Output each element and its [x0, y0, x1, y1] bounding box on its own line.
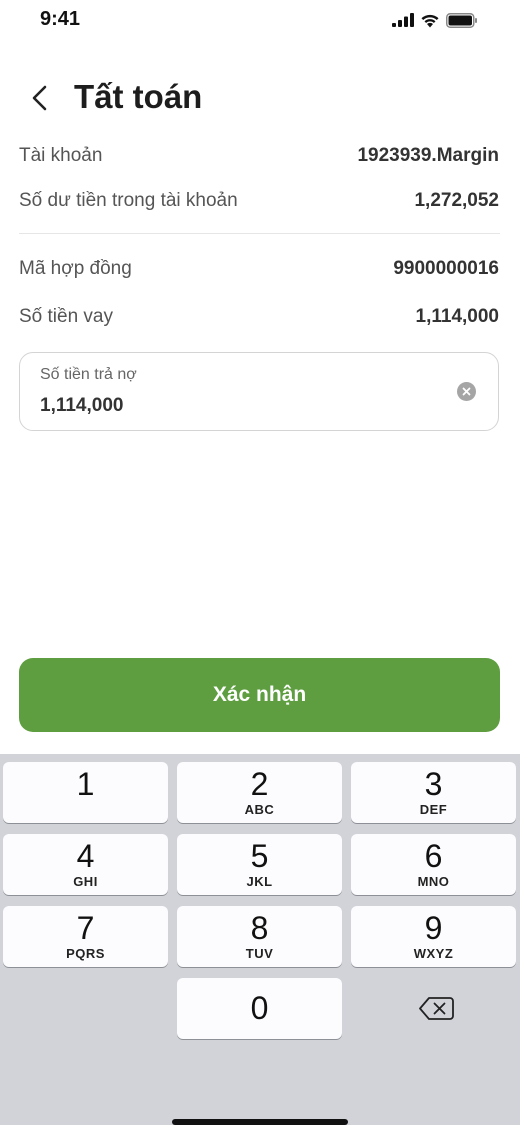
delete-key[interactable] [350, 978, 515, 1039]
key-digit: 9 [424, 910, 443, 946]
backspace-icon [419, 997, 454, 1020]
key-digit: 7 [76, 910, 95, 946]
key-9[interactable]: 9 WXYZ [351, 906, 516, 967]
confirm-button[interactable]: Xác nhận [19, 658, 500, 732]
loan-label: Số tiền vay [19, 306, 113, 327]
key-letters: DEF [419, 802, 448, 817]
key-letters: PQRS [66, 946, 105, 961]
repay-amount-field[interactable]: Số tiền trả nợ 1,114,000 [19, 352, 499, 431]
status-time: 9:41 [40, 8, 81, 30]
back-button[interactable] [24, 82, 56, 114]
account-value: 1923939.Margin [357, 145, 499, 166]
key-digit: 5 [250, 838, 269, 874]
key-letters: GHI [73, 874, 98, 889]
key-2[interactable]: 2 ABC [177, 762, 342, 823]
wifi-icon [421, 14, 439, 27]
page-title: Tất toán [74, 78, 203, 115]
key-0[interactable]: 0 [177, 978, 342, 1039]
clear-icon [462, 387, 471, 396]
repay-amount-value[interactable]: 1,114,000 [40, 395, 123, 417]
key-letters: MNO [417, 874, 450, 889]
home-indicator [172, 1119, 348, 1125]
key-digit: 4 [76, 838, 95, 874]
key-letters: ABC [244, 802, 275, 817]
key-digit: 3 [424, 766, 443, 802]
key-digit: 0 [250, 990, 269, 1026]
key-5[interactable]: 5 JKL [177, 834, 342, 895]
balance-label: Số dư tiền trong tài khoản [19, 190, 238, 211]
divider [19, 233, 500, 234]
key-letters: WXYZ [413, 946, 454, 961]
contract-row: Mã hợp đồng 9900000016 [19, 254, 499, 284]
signal-icon [392, 13, 414, 27]
key-7[interactable]: 7 PQRS [3, 906, 168, 967]
contract-value: 9900000016 [393, 258, 499, 279]
key-digit: 6 [424, 838, 443, 874]
status-icons [392, 10, 478, 30]
contract-label: Mã hợp đồng [19, 258, 132, 279]
loan-value: 1,114,000 [415, 306, 499, 327]
loan-row: Số tiền vay 1,114,000 [19, 302, 499, 332]
balance-row: Số dư tiền trong tài khoản 1,272,052 [19, 186, 499, 216]
confirm-button-label: Xác nhận [212, 683, 307, 706]
chevron-left-icon [32, 85, 47, 111]
key-8[interactable]: 8 TUV [177, 906, 342, 967]
key-letters: JKL [246, 874, 273, 889]
balance-value: 1,272,052 [414, 190, 499, 211]
key-6[interactable]: 6 MNO [351, 834, 516, 895]
battery-icon [446, 12, 477, 28]
numeric-keyboard: 1 2 ABC 3 DEF 4 GHI 5 JKL 6 MNO 7 PQRS 8… [0, 754, 520, 1125]
repay-amount-label: Số tiền trả nợ [40, 366, 137, 383]
key-digit: 2 [250, 766, 269, 802]
status-bar: 9:41 [0, 0, 520, 40]
key-1[interactable]: 1 [3, 762, 168, 823]
key-letters: TUV [245, 946, 274, 961]
account-label: Tài khoản [19, 145, 103, 166]
header: Tất toán [0, 72, 520, 124]
key-digit: 8 [250, 910, 269, 946]
key-4[interactable]: 4 GHI [3, 834, 168, 895]
key-digit: 1 [76, 766, 95, 802]
key-3[interactable]: 3 DEF [351, 762, 516, 823]
clear-button[interactable] [457, 382, 476, 401]
account-row: Tài khoản 1923939.Margin [19, 141, 499, 171]
